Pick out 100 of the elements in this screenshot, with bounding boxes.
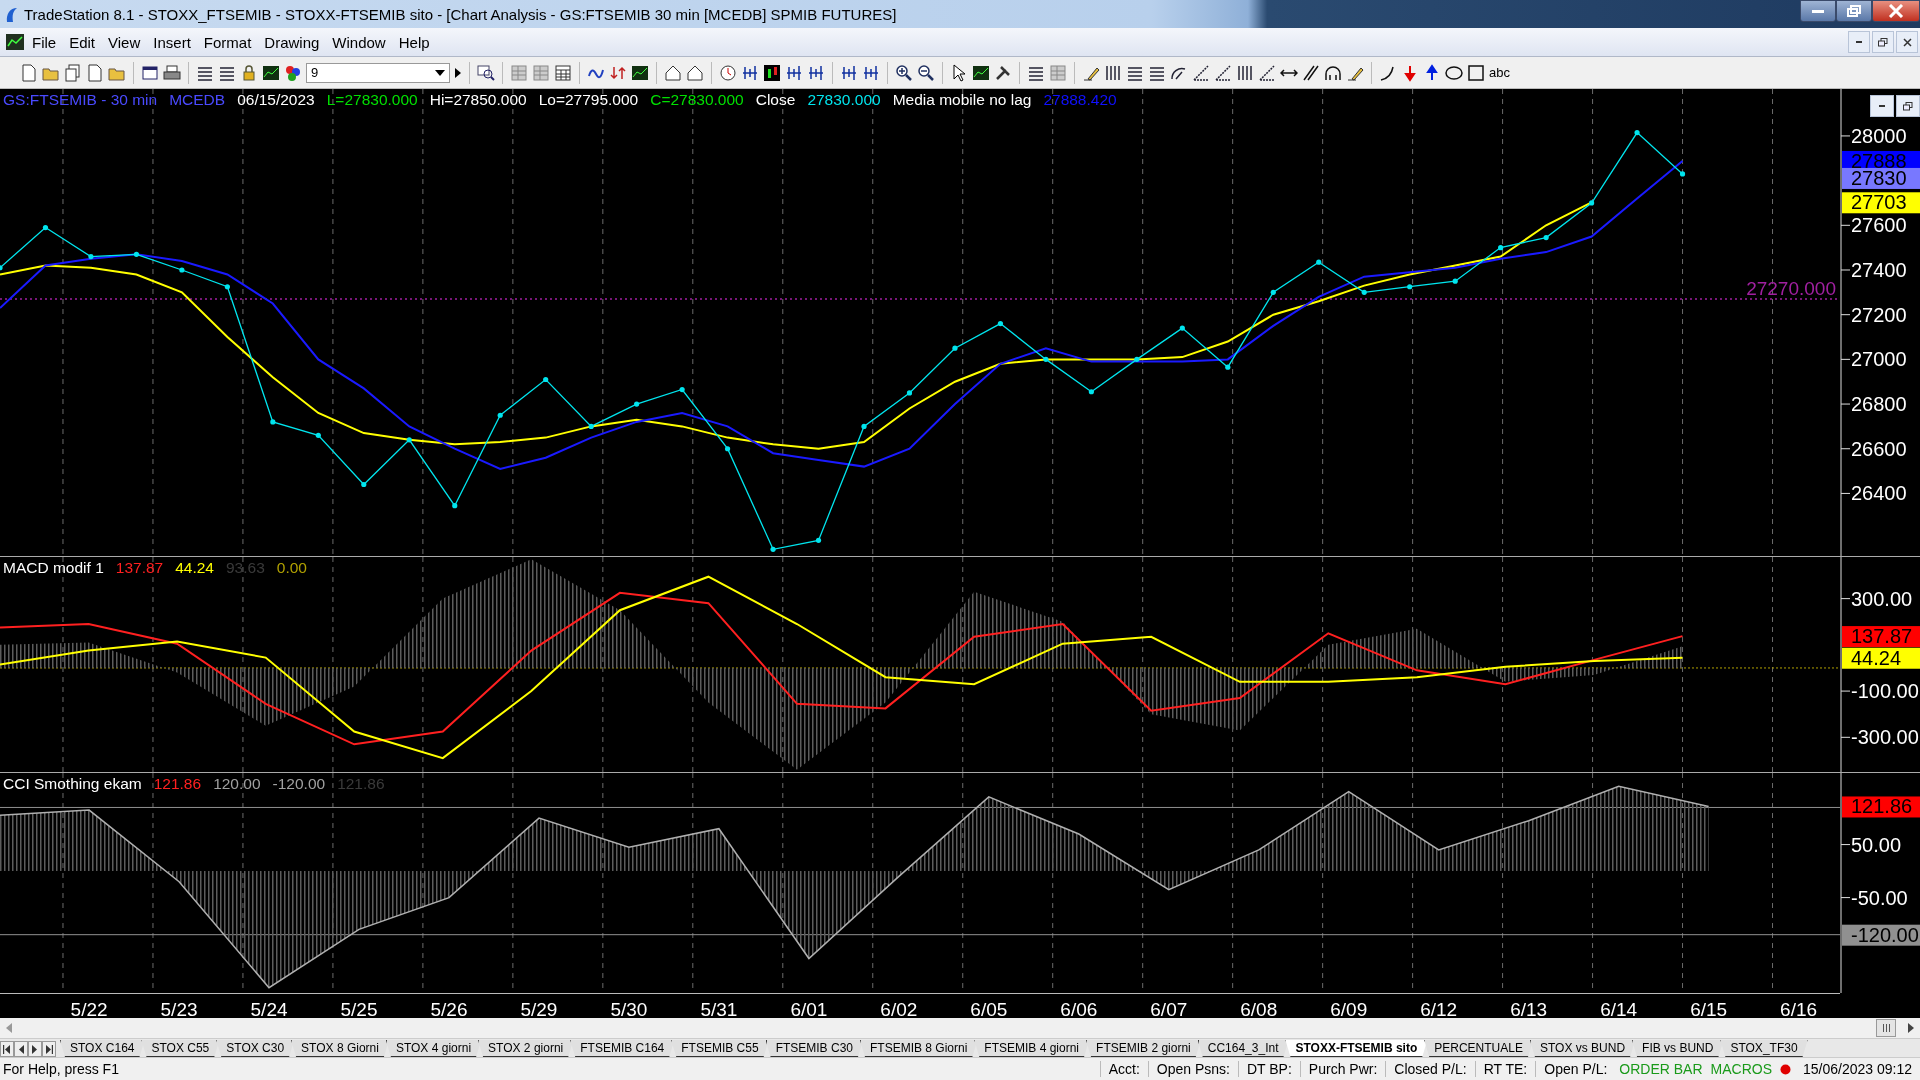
scroll-right-icon[interactable] (1908, 1023, 1914, 1033)
sheet-tab[interactable]: FTSEMIB C30 (765, 1040, 863, 1057)
close-button[interactable] (1872, 0, 1920, 22)
sheet-tab[interactable]: FIB vs BUND (1632, 1040, 1724, 1057)
close-button[interactable] (1896, 31, 1918, 53)
data-point (452, 503, 458, 509)
horizontal-scrollbar[interactable] (0, 1018, 1920, 1038)
line-icon[interactable] (1214, 63, 1232, 82)
data-point (1498, 245, 1504, 251)
restore-button[interactable] (1896, 95, 1920, 117)
search-icon[interactable] (477, 64, 495, 81)
parallel-lines-icon[interactable] (1302, 63, 1320, 82)
ticks-icon[interactable] (840, 63, 858, 82)
sheet-tab[interactable]: STOX 4 giorni (385, 1040, 482, 1057)
sheet-tab[interactable]: FTSEMIB 8 Giorni (860, 1040, 978, 1057)
bars-icon[interactable] (741, 63, 759, 82)
chart-window-icon[interactable] (6, 34, 24, 50)
symbol-field[interactable]: 9 (306, 62, 450, 83)
sheet-tab[interactable]: PERCENTUALE (1424, 1040, 1533, 1057)
pages-icon[interactable] (64, 63, 82, 82)
cursor-icon[interactable] (950, 63, 968, 82)
sheet-tab[interactable]: STOX_TF30 (1720, 1040, 1808, 1057)
data-point (1634, 129, 1640, 136)
sheet-tab[interactable]: STOXX-FTSEMIB sito (1285, 1040, 1428, 1057)
sheet-tab[interactable]: STOX C55 (141, 1040, 220, 1057)
menu-item[interactable]: Window (332, 33, 386, 51)
page-icon[interactable] (86, 63, 104, 82)
sheet-tab[interactable]: FTSEMIB 2 giorni (1086, 1040, 1201, 1057)
minimize-button[interactable] (1800, 0, 1836, 22)
sheet-tab[interactable]: FTSEMIB 4 giorni (974, 1040, 1090, 1057)
lock-icon[interactable] (240, 63, 258, 82)
sheet-tab[interactable]: STOX 8 Giorni (291, 1040, 389, 1057)
y-tick-label: 27200 (1851, 303, 1907, 326)
menu-item[interactable]: Drawing (264, 33, 320, 51)
text-tool[interactable]: abc (1489, 65, 1510, 80)
tools-icon[interactable] (994, 63, 1012, 82)
first-tab-button[interactable] (0, 1041, 14, 1057)
menu-item[interactable]: Edit (69, 33, 96, 51)
line-icon[interactable] (1192, 63, 1210, 82)
circle-icon[interactable] (1445, 63, 1463, 82)
square-icon[interactable] (1467, 63, 1485, 82)
vertical-lines-icon[interactable] (1236, 63, 1254, 82)
data-point (1088, 389, 1094, 395)
scrollbar-thumb[interactable] (1876, 1019, 1896, 1037)
clock-icon[interactable] (719, 63, 737, 82)
restore-icon (1903, 101, 1913, 111)
restore-icon (1878, 37, 1888, 47)
legend-text: Media mobile no lag (892, 91, 1032, 109)
last-tab-button[interactable] (42, 1041, 56, 1057)
arrow-down-icon[interactable] (1401, 63, 1419, 82)
zoom-in-icon[interactable] (895, 63, 913, 82)
sheet-tab[interactable]: STOX C30 (216, 1040, 295, 1057)
sheet-tab[interactable]: STOX vs BUND (1529, 1040, 1636, 1057)
house-icon[interactable] (686, 63, 704, 82)
sheet-tab[interactable]: STOX C164 (60, 1040, 145, 1057)
bars-icon[interactable] (785, 63, 803, 82)
maximize-button[interactable] (1836, 0, 1872, 22)
balls-icon[interactable] (284, 63, 302, 82)
printer-icon[interactable] (163, 63, 181, 82)
menu-item[interactable]: View (108, 33, 141, 51)
data-point (1407, 284, 1413, 290)
value-marker: 137.87 (1842, 625, 1920, 648)
minimize-button[interactable] (1870, 95, 1894, 117)
zoom-out-icon[interactable] (917, 63, 935, 82)
sheet-tab[interactable]: STOX 2 giorni (478, 1040, 574, 1057)
sheet-tab[interactable]: FTSEMIB C164 (570, 1040, 675, 1057)
sheet-tab[interactable]: CC164_3_Int (1197, 1040, 1289, 1057)
arrow-up-icon[interactable] (1423, 63, 1441, 82)
menu-item[interactable]: Insert (153, 33, 191, 51)
axis-tick-label: 27400 (1840, 259, 1907, 281)
menu-item[interactable]: Help (398, 33, 430, 51)
next-tab-button[interactable] (28, 1041, 42, 1057)
restore-button[interactable] (1872, 31, 1894, 53)
minimize-button[interactable] (1848, 31, 1870, 53)
dome-icon[interactable] (1324, 63, 1342, 82)
chart-icon[interactable] (262, 63, 280, 82)
data-point (1452, 278, 1458, 284)
chart-icon[interactable] (972, 63, 990, 82)
data-point (0, 265, 3, 271)
candle-icon[interactable] (763, 63, 781, 82)
minimize-icon (1879, 105, 1885, 107)
previous-tab-button[interactable] (14, 1041, 28, 1057)
legend-text: 93.63 (226, 559, 265, 577)
line-icon[interactable] (1258, 63, 1276, 82)
ticks-icon[interactable] (862, 63, 880, 82)
page-icon[interactable] (20, 63, 38, 82)
sheet-tab[interactable]: FTSEMIB C55 (671, 1040, 769, 1057)
window-icon[interactable] (141, 63, 159, 82)
legend-text: Hi=27850.000 (429, 91, 527, 109)
vertical-lines-icon[interactable] (1104, 63, 1122, 82)
play-icon[interactable] (454, 67, 462, 78)
date-label: 6/08 (1240, 999, 1278, 1018)
chart-icon[interactable] (631, 63, 649, 82)
house-icon[interactable] (664, 63, 682, 82)
bars-icon[interactable] (807, 63, 825, 82)
status-field: Acct: (1099, 1061, 1148, 1077)
menu-item[interactable]: Format (203, 33, 252, 51)
menu-item[interactable]: File (32, 33, 57, 51)
data-point (42, 224, 49, 231)
grid-icon[interactable] (554, 63, 572, 82)
